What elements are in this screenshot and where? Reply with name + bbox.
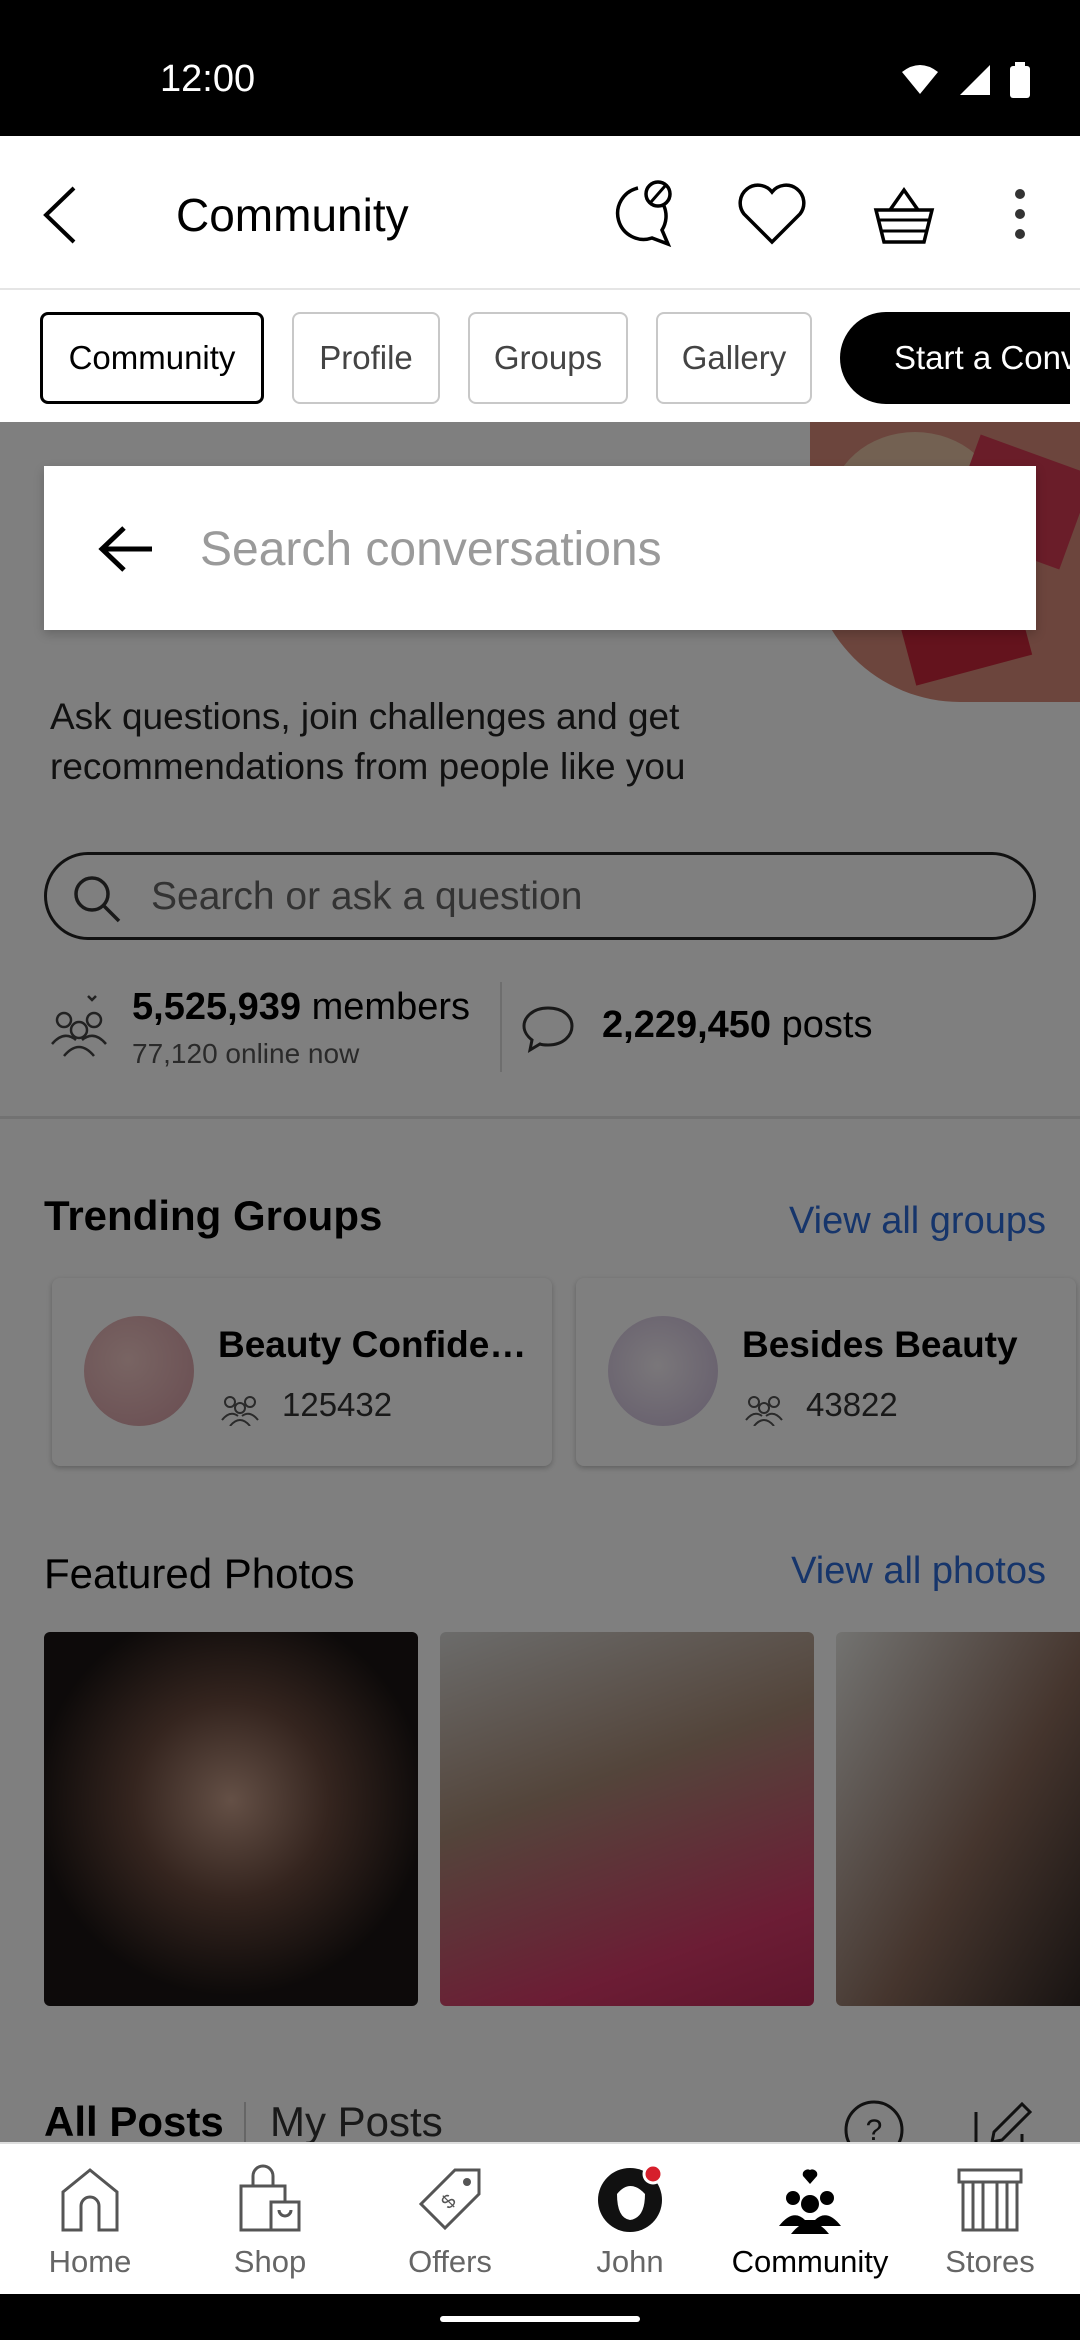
battery-icon	[1010, 62, 1030, 98]
nav-profile[interactable]: John	[540, 2144, 720, 2296]
community-icon	[779, 2169, 841, 2234]
start-conversation-button[interactable]: Start a Conv	[840, 312, 1070, 404]
nav-label: John	[596, 2244, 664, 2279]
status-icons	[900, 62, 1030, 98]
back-chevron-icon[interactable]	[34, 180, 94, 250]
svg-text:$: $	[437, 2190, 460, 2213]
nav-shop[interactable]: Shop	[180, 2144, 360, 2296]
nav-label: Home	[48, 2244, 132, 2279]
chip-profile[interactable]: Profile	[292, 312, 440, 404]
status-bar: 12:00	[0, 0, 1080, 136]
nav-label: Offers	[408, 2244, 492, 2279]
chip-groups[interactable]: Groups	[468, 312, 628, 404]
back-arrow-icon[interactable]	[92, 514, 162, 584]
nav-label: Shop	[233, 2244, 307, 2279]
page-title: Community	[176, 189, 409, 241]
wifi-icon	[902, 65, 938, 94]
nav-community[interactable]: Community	[720, 2144, 900, 2296]
nav-stores[interactable]: Stores	[900, 2144, 1080, 2296]
nav-offers[interactable]: $ Offers	[360, 2144, 540, 2296]
search-conversations-input[interactable]: Search conversations	[200, 522, 662, 577]
app-bar: Community	[0, 136, 1080, 290]
chip-gallery[interactable]: Gallery	[656, 312, 812, 404]
store-icon	[957, 2168, 1023, 2232]
basket-icon[interactable]	[866, 176, 942, 252]
nav-home[interactable]: Home	[0, 2144, 180, 2296]
nav-label: Community	[731, 2244, 889, 2279]
tag-icon: $	[418, 2168, 481, 2231]
profile-avatar-icon	[598, 2164, 664, 2232]
section-chips: Community Profile Groups Gallery Start a…	[0, 290, 1080, 422]
community-chat-icon[interactable]	[604, 176, 680, 252]
bottom-navigation: Home Shop $ Offers John Community Stores	[0, 2142, 1080, 2294]
nav-label: Stores	[945, 2244, 1035, 2279]
search-conversations-bar[interactable]: Search conversations	[44, 466, 1036, 630]
favorites-heart-icon[interactable]	[734, 176, 810, 252]
more-options-icon[interactable]	[990, 176, 1050, 252]
modal-scrim[interactable]	[0, 422, 1080, 2142]
home-icon	[61, 2168, 119, 2232]
chip-community[interactable]: Community	[40, 312, 264, 404]
shopping-bag-icon	[239, 2164, 301, 2232]
signal-icon	[960, 65, 990, 95]
status-time: 12:00	[160, 58, 256, 100]
home-indicator	[440, 2316, 640, 2322]
